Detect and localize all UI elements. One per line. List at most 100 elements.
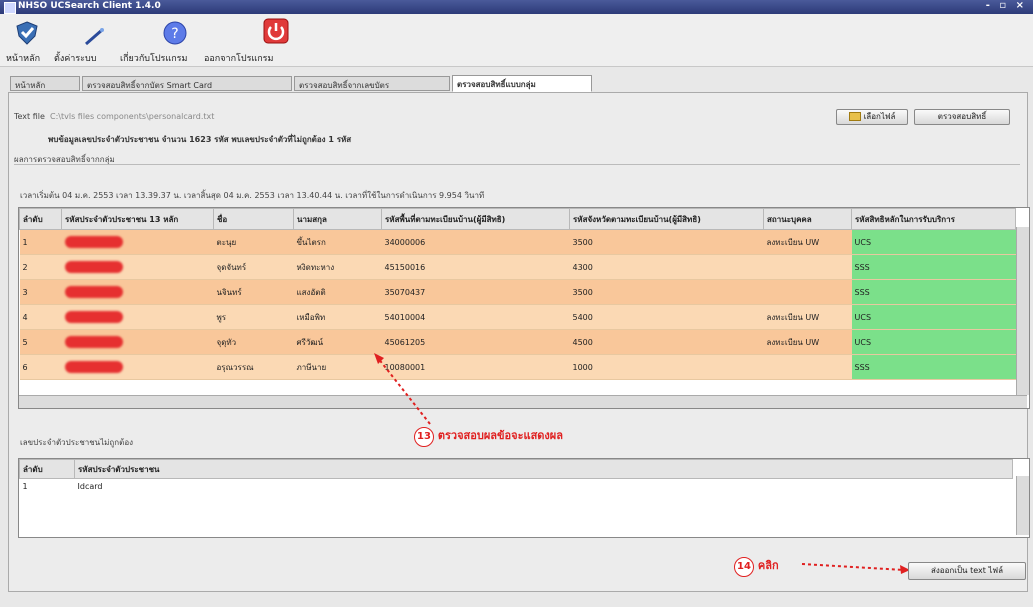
cell-firstname: พูร <box>213 304 294 330</box>
cell-main-right: SSS <box>851 354 1016 380</box>
toolbar-settings-label[interactable]: ตั้งค่าระบบ <box>54 51 96 65</box>
cell-main-right: SSS <box>851 279 1016 305</box>
col-firstname[interactable]: ชื่อ <box>213 208 294 230</box>
cell-main-right: UCS <box>851 304 1016 330</box>
cell-no: 6 <box>19 354 62 380</box>
cell-province: 5400 <box>569 304 764 330</box>
check-rights-button[interactable]: ตรวจสอบสิทธิ์ <box>914 109 1010 125</box>
cell-firstname: นจินทร์ <box>213 279 294 305</box>
callout-13-number: 13 <box>414 427 434 447</box>
tab-smartcard[interactable]: ตรวจสอบสิทธิ์จากบัตร Smart Card <box>82 76 292 91</box>
callout-13-text: ตรวจสอบผลข้อจะแสดงผล <box>437 429 563 442</box>
cell-lastname: ขึ้นไตรก <box>293 229 382 255</box>
table-row[interactable]: 1 Idcard <box>19 478 1013 493</box>
cell-no: 2 <box>19 254 62 280</box>
tab-home[interactable]: หน้าหลัก <box>10 76 80 91</box>
toolbar-home-label[interactable]: หน้าหลัก <box>6 51 40 65</box>
cell-pid: Idcard <box>74 478 1013 493</box>
callout-arrow-14 <box>801 563 910 574</box>
cell-firstname: ตะนุย <box>213 229 294 255</box>
invalid-id-table: ลำดับ รหัสประจำตัวประชาชน 1 Idcard <box>19 459 1013 493</box>
invalid-id-grid: ลำดับ รหัสประจำตัวประชาชน 1 Idcard <box>18 458 1030 538</box>
result-grid: ลำดับ รหัสประจำตัวประชาชน 13 หลัก ชื่อ น… <box>18 207 1030 409</box>
section-invalid-title: เลขประจำตัวประชาชนไม่ถูกต้อง <box>20 438 134 447</box>
cell-status <box>763 354 852 380</box>
cell-no: 1 <box>19 478 75 493</box>
table-row[interactable]: 5 จุดุทัว ศรีวัฒน์ 45061205 4500 ลงทะเบี… <box>19 329 1016 355</box>
table-row[interactable]: 2 จุดจันทร์ หงิดทะหาง 45150016 4300 SSS <box>19 254 1016 280</box>
col-pid[interactable]: รหัสประจำตัวประชาชน <box>74 459 1013 479</box>
grid-vertical-scrollbar[interactable] <box>1016 227 1029 395</box>
col-status[interactable]: สถานะบุคคล <box>763 208 852 230</box>
table-row[interactable]: 4 พูร เหมือพิท 54010004 5400 ลงทะเบียน U… <box>19 304 1016 330</box>
export-text-file-button[interactable]: ส่งออกเป็น text ไฟล์ <box>908 562 1026 580</box>
cell-lastname: ภาษีนาย <box>293 354 382 380</box>
section-divider <box>14 164 1020 165</box>
cell-province: 4500 <box>569 329 764 355</box>
cell-main-right: SSS <box>851 254 1016 280</box>
cell-no: 4 <box>19 304 62 330</box>
cell-firstname: จุดุทัว <box>213 329 294 355</box>
col-lastname[interactable]: นามสกุล <box>293 208 382 230</box>
cell-firstname: จุดจันทร์ <box>213 254 294 280</box>
col-pid[interactable]: รหัสประจำตัวประชาชน 13 หลัก <box>61 208 214 230</box>
home-shield-icon[interactable] <box>14 20 40 49</box>
timing-text: เวลาเริ่มต้น 04 ม.ค. 2553 เวลา 13.39.37 … <box>20 191 485 200</box>
cell-pid-redacted <box>61 329 214 355</box>
col-no[interactable]: ลำดับ <box>19 208 62 230</box>
callout-14-text: คลิก <box>757 559 779 572</box>
cell-pid-redacted <box>61 354 214 380</box>
cell-province: 4300 <box>569 254 764 280</box>
col-province[interactable]: รหัสจังหวัดตามทะเบียนบ้าน(ผู้มีสิทธิ) <box>569 208 764 230</box>
cell-area: 54010004 <box>381 304 570 330</box>
cell-lastname: ศรีวัฒน์ <box>293 329 382 355</box>
tab-group[interactable]: ตรวจสอบสิทธิ์แบบกลุ่ม <box>452 75 592 92</box>
cell-area: 45150016 <box>381 254 570 280</box>
summary-text: พบข้อมูลเลขประจำตัวประชาชน จำนวน 1623 รห… <box>48 135 352 144</box>
cell-status: ลงทะเบียน UW <box>763 229 852 255</box>
help-icon[interactable]: ? <box>162 20 188 49</box>
cell-lastname: หงิดทะหาง <box>293 254 382 280</box>
file-path-field[interactable]: C:\tvls files components\personalcard.tx… <box>50 112 214 121</box>
cell-area: 34000006 <box>381 229 570 255</box>
cell-main-right: UCS <box>851 329 1016 355</box>
cell-status: ลงทะเบียน UW <box>763 304 852 330</box>
window-controls[interactable]: - ▫ × <box>986 0 1027 11</box>
tab-idcard[interactable]: ตรวจสอบสิทธิ์จากเลขบัตร <box>294 76 450 91</box>
grid-horizontal-scrollbar[interactable] <box>19 395 1027 408</box>
cell-province: 1000 <box>569 354 764 380</box>
col-area[interactable]: รหัสพื้นที่ตามทะเบียนบ้าน(ผู้มีสิทธิ) <box>381 208 570 230</box>
window-title: NHSO UCSearch Client 1.4.0 <box>18 1 161 11</box>
cell-province: 3500 <box>569 229 764 255</box>
cell-status <box>763 254 852 280</box>
app-icon <box>4 2 16 14</box>
cell-pid-redacted <box>61 304 214 330</box>
cell-firstname: อรุณวรรณ <box>213 354 294 380</box>
browse-file-label: เลือกไฟล์ <box>863 112 896 121</box>
cell-status <box>763 279 852 305</box>
table-row[interactable]: 6 อรุณวรรณ ภาษีนาย 10080001 1000 SSS <box>19 354 1016 380</box>
text-file-label: Text file <box>14 112 45 121</box>
cell-status: ลงทะเบียน UW <box>763 329 852 355</box>
table-row[interactable]: 1 ตะนุย ขึ้นไตรก 34000006 3500 ลงทะเบียน… <box>19 229 1016 255</box>
cell-main-right: UCS <box>851 229 1016 255</box>
window-titlebar: NHSO UCSearch Client 1.4.0 - ▫ × <box>0 0 1033 14</box>
result-table: ลำดับ รหัสประจำตัวประชาชน 13 หลัก ชื่อ น… <box>19 208 1016 380</box>
power-icon[interactable] <box>263 18 289 47</box>
table-row[interactable]: 3 นจินทร์ แสงอัตติ 35070437 3500 SSS <box>19 279 1016 305</box>
folder-icon <box>848 112 861 121</box>
settings-wand-icon[interactable] <box>84 26 106 49</box>
col-main-right[interactable]: รหัสสิทธิหลักในการรับบริการ <box>851 208 1016 230</box>
toolbar-about-label[interactable]: เกี่ยวกับโปรแกรม <box>120 51 187 65</box>
callout-14: 14 คลิก <box>734 556 779 577</box>
invalid-grid-scrollbar[interactable] <box>1016 476 1029 535</box>
cell-no: 5 <box>19 329 62 355</box>
cell-lastname: แสงอัตติ <box>293 279 382 305</box>
browse-file-button[interactable]: เลือกไฟล์ <box>836 109 908 125</box>
cell-no: 3 <box>19 279 62 305</box>
toolbar-exit-label[interactable]: ออกจากโปรแกรม <box>204 51 273 65</box>
col-no[interactable]: ลำดับ <box>19 459 75 479</box>
svg-text:?: ? <box>171 26 178 42</box>
callout-arrow-13 <box>374 353 431 425</box>
cell-pid-redacted <box>61 254 214 280</box>
